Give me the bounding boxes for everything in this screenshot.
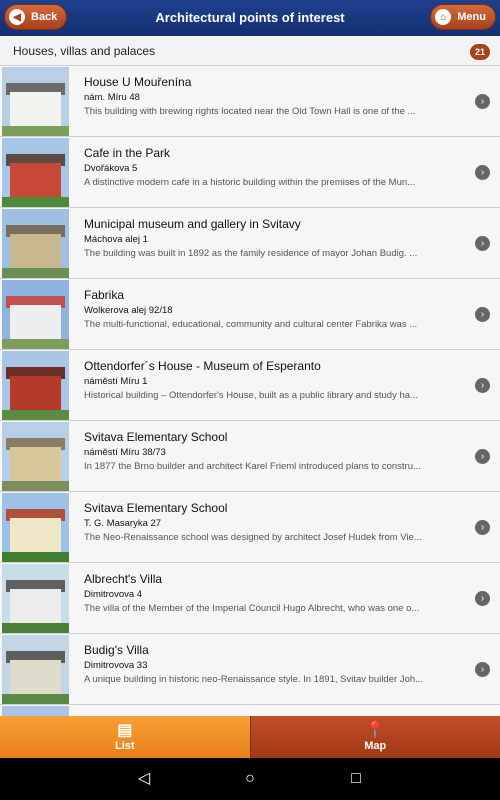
nav-back-icon[interactable]: ◁ bbox=[134, 769, 154, 789]
count-badge: 21 bbox=[469, 44, 490, 60]
chevron-right-icon[interactable]: › bbox=[475, 165, 490, 180]
page-title: Architectural points of interest bbox=[155, 10, 345, 25]
nav-home-icon[interactable]: ○ bbox=[240, 769, 260, 789]
item-address: náměstí Míru 1 bbox=[84, 376, 148, 387]
thumbnail-image bbox=[2, 493, 69, 562]
item-address: Dimitrovova 33 bbox=[84, 660, 148, 671]
tab-map-label: Map bbox=[364, 740, 387, 752]
list-item[interactable]: Albrecht's Villa Dimitrovova 4 The villa… bbox=[0, 563, 500, 634]
list-icon: ▤ bbox=[117, 722, 133, 739]
item-description: The villa of the Member of the Imperial … bbox=[84, 603, 420, 614]
item-address: T. G. Masaryka 27 bbox=[84, 518, 162, 529]
chevron-right-icon[interactable]: › bbox=[475, 236, 490, 251]
item-description: This building with brewing rights locate… bbox=[84, 106, 416, 117]
poi-list[interactable]: House U Mouřenína nám. Míru 48 This buil… bbox=[0, 66, 500, 716]
top-bar: ◀ Back Architectural points of interest … bbox=[0, 0, 500, 36]
item-description: A unique building in historic neo-Renais… bbox=[84, 674, 424, 685]
thumbnail-image bbox=[2, 564, 69, 633]
chevron-right-icon[interactable]: › bbox=[475, 449, 490, 464]
chevron-right-icon[interactable]: › bbox=[475, 591, 490, 606]
list-item[interactable]: Svitava Elementary School T. G. Masaryka… bbox=[0, 492, 500, 563]
tab-list[interactable]: ▤ List bbox=[0, 716, 250, 758]
item-address: náměstí Míru 38/73 bbox=[84, 447, 166, 458]
list-item[interactable]: Budig's Villa Dimitrovova 33 A unique bu… bbox=[0, 634, 500, 705]
menu-button[interactable]: ⌂ Menu bbox=[430, 4, 496, 30]
item-name: Albrecht's Villa bbox=[84, 572, 163, 586]
item-description: A distinctive modern cafe in a historic … bbox=[84, 177, 416, 188]
chevron-right-icon[interactable]: › bbox=[475, 662, 490, 677]
thumbnail-image bbox=[2, 67, 69, 136]
item-address: Máchova alej 1 bbox=[84, 234, 148, 245]
item-description: Historical building – Ottendorfer's Hous… bbox=[84, 390, 418, 401]
list-item-partial[interactable] bbox=[0, 705, 500, 716]
list-item[interactable]: Cafe in the Park Dvořákova 5 A distincti… bbox=[0, 137, 500, 208]
item-name: Cafe in the Park bbox=[84, 146, 171, 160]
chevron-right-icon[interactable]: › bbox=[475, 378, 490, 393]
section-header: Houses, villas and palaces 21 bbox=[0, 36, 500, 66]
item-description: The building was built in 1892 as the fa… bbox=[84, 248, 418, 259]
chevron-right-icon[interactable]: › bbox=[475, 307, 490, 322]
tab-map[interactable]: 📍 Map bbox=[249, 716, 500, 758]
menu-label: Menu bbox=[457, 11, 486, 23]
section-title: Houses, villas and palaces bbox=[13, 44, 156, 58]
tab-list-label: List bbox=[114, 740, 135, 752]
list-item[interactable]: Fabrika Wolkerova alej 92/18 The multi-f… bbox=[0, 279, 500, 350]
map-pin-icon: 📍 bbox=[365, 722, 386, 739]
item-description: In 1877 the Brno builder and architect K… bbox=[84, 461, 421, 472]
list-item[interactable]: Svitava Elementary School náměstí Míru 3… bbox=[0, 421, 500, 492]
system-nav-bar: ◁ ○ □ bbox=[0, 758, 500, 800]
chevron-right-icon[interactable]: › bbox=[475, 520, 490, 535]
item-name: Svitava Elementary School bbox=[84, 430, 228, 444]
item-name: Fabrika bbox=[84, 288, 125, 302]
item-name: Budig's Villa bbox=[84, 643, 149, 657]
item-address: Dimitrovova 4 bbox=[84, 589, 143, 600]
item-name: Svitava Elementary School bbox=[84, 501, 228, 515]
thumbnail-image bbox=[2, 706, 69, 716]
thumbnail-image bbox=[2, 138, 69, 207]
item-name: Municipal museum and gallery in Svitavy bbox=[84, 217, 301, 231]
nav-recents-icon[interactable]: □ bbox=[346, 769, 366, 789]
chevron-right-icon[interactable]: › bbox=[475, 94, 490, 109]
item-address: Dvořákova 5 bbox=[84, 163, 138, 174]
list-item[interactable]: Municipal museum and gallery in Svitavy … bbox=[0, 208, 500, 279]
item-name: House U Mouřenína bbox=[84, 75, 192, 89]
item-description: The Neo-Renaissance school was designed … bbox=[84, 532, 422, 543]
item-address: Wolkerova alej 92/18 bbox=[84, 305, 173, 316]
home-icon: ⌂ bbox=[435, 9, 452, 25]
bottom-tab-bar: ▤ List 📍 Map bbox=[0, 716, 500, 758]
thumbnail-image bbox=[2, 351, 69, 420]
item-description: The multi-functional, educational, commu… bbox=[84, 319, 418, 330]
thumbnail-image bbox=[2, 209, 69, 278]
item-address: nám. Míru 48 bbox=[84, 92, 140, 103]
list-item[interactable]: House U Mouřenína nám. Míru 48 This buil… bbox=[0, 66, 500, 137]
item-name: Ottendorfer´s House - Museum of Esperant… bbox=[84, 359, 321, 373]
list-item[interactable]: Ottendorfer´s House - Museum of Esperant… bbox=[0, 350, 500, 421]
thumbnail-image bbox=[2, 635, 69, 704]
app-screen: ◀ Back Architectural points of interest … bbox=[0, 0, 500, 800]
thumbnail-image bbox=[2, 280, 69, 349]
thumbnail-image bbox=[2, 422, 69, 491]
